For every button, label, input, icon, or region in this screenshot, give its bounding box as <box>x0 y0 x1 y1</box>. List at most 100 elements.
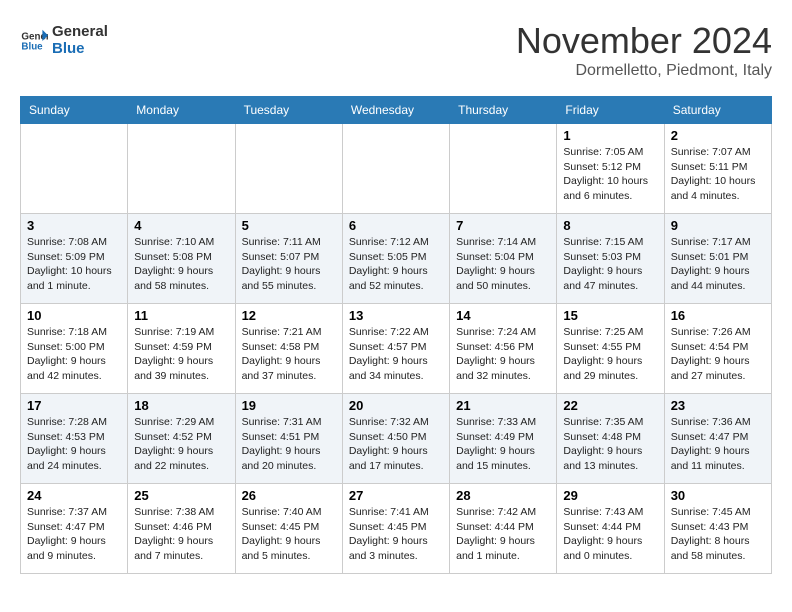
calendar-cell: 11 Sunrise: 7:19 AM Sunset: 4:59 PM Dayli… <box>128 304 235 394</box>
calendar-cell: 1 Sunrise: 7:05 AM Sunset: 5:12 PM Daylig… <box>557 124 664 214</box>
day-header-monday: Monday <box>128 97 235 124</box>
day-header-saturday: Saturday <box>664 97 771 124</box>
day-number: 15 <box>563 308 657 323</box>
day-info: Sunrise: 7:41 AM Sunset: 4:45 PM Dayligh… <box>349 505 443 564</box>
calendar-cell: 15Sunrise: 7:25 AM Sunset: 4:55 PM Dayli… <box>557 304 664 394</box>
day-info: Sunrise: 7:37 AM Sunset: 4:47 PM Dayligh… <box>27 505 121 564</box>
day-info: Sunrise: 7:07 AM Sunset: 5:11 PM Dayligh… <box>671 145 765 204</box>
day-info: Sunrise: 7:19 AM Sunset: 4:59 PM Dayligh… <box>134 325 228 384</box>
day-number: 10 <box>27 308 121 323</box>
calendar-week-4: 17Sunrise: 7:28 AM Sunset: 4:53 PM Dayli… <box>21 394 772 484</box>
calendar-cell: 21 Sunrise: 7:33 AM Sunset: 4:49 PM Dayli… <box>450 394 557 484</box>
logo-general: General <box>52 24 108 41</box>
calendar-cell: 8Sunrise: 7:15 AM Sunset: 5:03 PM Daylig… <box>557 214 664 304</box>
day-info: Sunrise: 7:45 AM Sunset: 4:43 PM Dayligh… <box>671 505 765 564</box>
day-number: 20 <box>349 398 443 413</box>
day-info: Sunrise: 7:36 AM Sunset: 4:47 PM Dayligh… <box>671 415 765 474</box>
day-info: Sunrise: 7:05 AM Sunset: 5:12 PM Dayligh… <box>563 145 657 204</box>
day-number: 14 <box>456 308 550 323</box>
day-info: Sunrise: 7:17 AM Sunset: 5:01 PM Dayligh… <box>671 235 765 294</box>
day-number: 1 <box>563 128 657 143</box>
day-info: Sunrise: 7:08 AM Sunset: 5:09 PM Dayligh… <box>27 235 121 294</box>
day-number: 4 <box>134 218 228 233</box>
calendar-cell: 16 Sunrise: 7:26 AM Sunset: 4:54 PM Dayli… <box>664 304 771 394</box>
day-number: 9 <box>671 218 765 233</box>
calendar-cell: 26 Sunrise: 7:40 AM Sunset: 4:45 PM Dayli… <box>235 484 342 574</box>
calendar-cell: 9 Sunrise: 7:17 AM Sunset: 5:01 PM Daylig… <box>664 214 771 304</box>
calendar-cell: 30 Sunrise: 7:45 AM Sunset: 4:43 PM Dayli… <box>664 484 771 574</box>
day-header-wednesday: Wednesday <box>342 97 449 124</box>
logo-icon: General Blue <box>20 27 48 55</box>
location: Dormelletto, Piedmont, Italy <box>516 62 772 80</box>
calendar-week-3: 10 Sunrise: 7:18 AM Sunset: 5:00 PM Dayli… <box>21 304 772 394</box>
day-info: Sunrise: 7:42 AM Sunset: 4:44 PM Dayligh… <box>456 505 550 564</box>
calendar-week-2: 3 Sunrise: 7:08 AM Sunset: 5:09 PM Daylig… <box>21 214 772 304</box>
day-info: Sunrise: 7:11 AM Sunset: 5:07 PM Dayligh… <box>242 235 336 294</box>
calendar-cell <box>235 124 342 214</box>
day-info: Sunrise: 7:12 AM Sunset: 5:05 PM Dayligh… <box>349 235 443 294</box>
calendar-cell: 13Sunrise: 7:22 AM Sunset: 4:57 PM Dayli… <box>342 304 449 394</box>
calendar-cell: 27 Sunrise: 7:41 AM Sunset: 4:45 PM Dayli… <box>342 484 449 574</box>
day-number: 23 <box>671 398 765 413</box>
day-info: Sunrise: 7:26 AM Sunset: 4:54 PM Dayligh… <box>671 325 765 384</box>
calendar-table: SundayMondayTuesdayWednesdayThursdayFrid… <box>20 96 772 574</box>
calendar-cell: 6 Sunrise: 7:12 AM Sunset: 5:05 PM Daylig… <box>342 214 449 304</box>
day-number: 16 <box>671 308 765 323</box>
day-info: Sunrise: 7:29 AM Sunset: 4:52 PM Dayligh… <box>134 415 228 474</box>
day-info: Sunrise: 7:24 AM Sunset: 4:56 PM Dayligh… <box>456 325 550 384</box>
day-number: 6 <box>349 218 443 233</box>
calendar-cell <box>21 124 128 214</box>
calendar-header-row: SundayMondayTuesdayWednesdayThursdayFrid… <box>21 97 772 124</box>
calendar-cell: 19Sunrise: 7:31 AM Sunset: 4:51 PM Dayli… <box>235 394 342 484</box>
day-info: Sunrise: 7:18 AM Sunset: 5:00 PM Dayligh… <box>27 325 121 384</box>
calendar-cell: 29 Sunrise: 7:43 AM Sunset: 4:44 PM Dayli… <box>557 484 664 574</box>
month-title: November 2024 <box>516 20 772 62</box>
calendar-cell <box>342 124 449 214</box>
calendar-cell: 24 Sunrise: 7:37 AM Sunset: 4:47 PM Dayli… <box>21 484 128 574</box>
day-info: Sunrise: 7:10 AM Sunset: 5:08 PM Dayligh… <box>134 235 228 294</box>
calendar-cell: 3 Sunrise: 7:08 AM Sunset: 5:09 PM Daylig… <box>21 214 128 304</box>
day-info: Sunrise: 7:40 AM Sunset: 4:45 PM Dayligh… <box>242 505 336 564</box>
day-info: Sunrise: 7:15 AM Sunset: 5:03 PM Dayligh… <box>563 235 657 294</box>
calendar-body: 1 Sunrise: 7:05 AM Sunset: 5:12 PM Daylig… <box>21 124 772 574</box>
day-header-friday: Friday <box>557 97 664 124</box>
day-info: Sunrise: 7:14 AM Sunset: 5:04 PM Dayligh… <box>456 235 550 294</box>
day-info: Sunrise: 7:31 AM Sunset: 4:51 PM Dayligh… <box>242 415 336 474</box>
day-number: 13 <box>349 308 443 323</box>
day-number: 27 <box>349 488 443 503</box>
day-number: 21 <box>456 398 550 413</box>
header: General Blue General Blue November 2024 … <box>20 20 772 80</box>
calendar-cell <box>128 124 235 214</box>
day-number: 24 <box>27 488 121 503</box>
day-number: 2 <box>671 128 765 143</box>
calendar-cell: 17Sunrise: 7:28 AM Sunset: 4:53 PM Dayli… <box>21 394 128 484</box>
day-number: 18 <box>134 398 228 413</box>
day-number: 30 <box>671 488 765 503</box>
day-number: 7 <box>456 218 550 233</box>
day-number: 28 <box>456 488 550 503</box>
day-number: 12 <box>242 308 336 323</box>
calendar-week-5: 24 Sunrise: 7:37 AM Sunset: 4:47 PM Dayli… <box>21 484 772 574</box>
calendar-cell: 12Sunrise: 7:21 AM Sunset: 4:58 PM Dayli… <box>235 304 342 394</box>
day-info: Sunrise: 7:32 AM Sunset: 4:50 PM Dayligh… <box>349 415 443 474</box>
day-info: Sunrise: 7:38 AM Sunset: 4:46 PM Dayligh… <box>134 505 228 564</box>
calendar-cell: 23 Sunrise: 7:36 AM Sunset: 4:47 PM Dayli… <box>664 394 771 484</box>
calendar-cell: 25 Sunrise: 7:38 AM Sunset: 4:46 PM Dayli… <box>128 484 235 574</box>
day-number: 3 <box>27 218 121 233</box>
day-info: Sunrise: 7:28 AM Sunset: 4:53 PM Dayligh… <box>27 415 121 474</box>
svg-text:Blue: Blue <box>21 41 43 52</box>
calendar-cell <box>450 124 557 214</box>
logo-blue: Blue <box>52 41 108 58</box>
calendar-cell: 20 Sunrise: 7:32 AM Sunset: 4:50 PM Dayli… <box>342 394 449 484</box>
day-number: 29 <box>563 488 657 503</box>
day-info: Sunrise: 7:33 AM Sunset: 4:49 PM Dayligh… <box>456 415 550 474</box>
day-info: Sunrise: 7:43 AM Sunset: 4:44 PM Dayligh… <box>563 505 657 564</box>
day-header-tuesday: Tuesday <box>235 97 342 124</box>
day-number: 11 <box>134 308 228 323</box>
calendar-cell: 14 Sunrise: 7:24 AM Sunset: 4:56 PM Dayli… <box>450 304 557 394</box>
day-number: 26 <box>242 488 336 503</box>
day-header-sunday: Sunday <box>21 97 128 124</box>
day-info: Sunrise: 7:35 AM Sunset: 4:48 PM Dayligh… <box>563 415 657 474</box>
day-number: 25 <box>134 488 228 503</box>
calendar-week-1: 1 Sunrise: 7:05 AM Sunset: 5:12 PM Daylig… <box>21 124 772 214</box>
